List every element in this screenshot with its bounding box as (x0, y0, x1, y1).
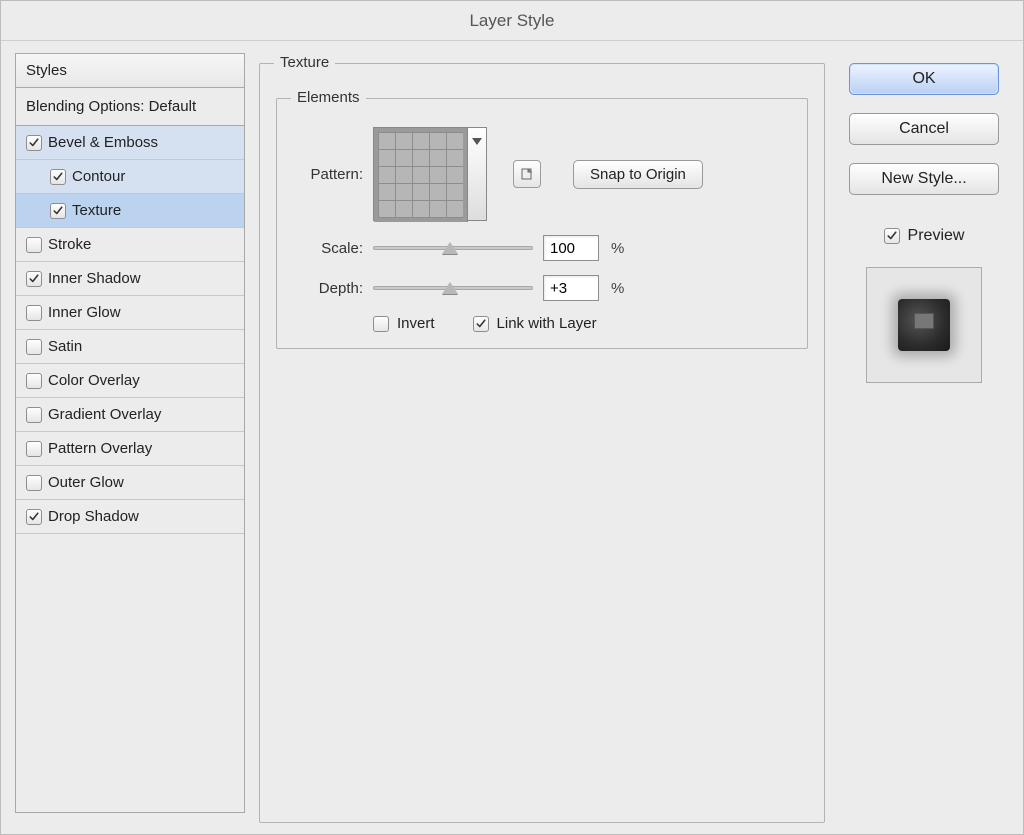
scale-input[interactable] (543, 235, 599, 261)
depth-label: Depth: (293, 280, 363, 297)
preview-checkbox[interactable] (884, 228, 900, 244)
depth-row: Depth: % (293, 275, 791, 301)
styles-item-stroke[interactable]: Stroke (16, 228, 244, 262)
blending-options-row[interactable]: Blending Options: Default (16, 88, 244, 126)
style-label: Satin (48, 338, 82, 355)
options-row: Invert Link with Layer (373, 315, 791, 332)
link-checkbox[interactable] (473, 316, 489, 332)
style-label: Contour (72, 168, 125, 185)
style-label: Gradient Overlay (48, 406, 161, 423)
style-checkbox[interactable] (26, 237, 42, 253)
link-with-layer-option[interactable]: Link with Layer (473, 315, 597, 332)
new-pattern-button[interactable] (513, 160, 541, 188)
invert-checkbox[interactable] (373, 316, 389, 332)
pattern-row: Pattern: S (293, 127, 791, 221)
pattern-picker[interactable] (373, 127, 487, 221)
window-title: Layer Style (1, 1, 1023, 41)
settings-panel: Texture Elements Pattern: (259, 53, 825, 813)
style-label: Stroke (48, 236, 91, 253)
style-label: Pattern Overlay (48, 440, 152, 457)
pattern-dropdown[interactable] (468, 128, 486, 220)
style-label: Color Overlay (48, 372, 140, 389)
link-label: Link with Layer (497, 315, 597, 332)
style-checkbox[interactable] (26, 509, 42, 525)
pattern-swatch[interactable] (374, 128, 468, 222)
texture-group-legend: Texture (274, 54, 335, 71)
scale-slider[interactable] (373, 238, 533, 258)
style-checkbox[interactable] (26, 475, 42, 491)
styles-item-texture[interactable]: Texture (16, 194, 244, 228)
new-style-button[interactable]: New Style... (849, 163, 999, 195)
preview-option[interactable]: Preview (884, 227, 965, 245)
style-label: Outer Glow (48, 474, 124, 491)
styles-item-inner-glow[interactable]: Inner Glow (16, 296, 244, 330)
styles-item-pattern-overlay[interactable]: Pattern Overlay (16, 432, 244, 466)
depth-slider[interactable] (373, 278, 533, 298)
style-checkbox[interactable] (26, 339, 42, 355)
style-label: Bevel & Emboss (48, 134, 158, 151)
cancel-button[interactable]: Cancel (849, 113, 999, 145)
style-label: Texture (72, 202, 121, 219)
dialog-content: Styles Blending Options: Default Bevel &… (1, 41, 1023, 834)
depth-input[interactable] (543, 275, 599, 301)
depth-unit: % (611, 280, 624, 297)
style-label: Inner Shadow (48, 270, 141, 287)
style-checkbox[interactable] (26, 441, 42, 457)
pattern-label: Pattern: (293, 166, 363, 183)
elements-group: Elements Pattern: (276, 98, 808, 349)
snap-to-origin-button[interactable]: Snap to Origin (573, 160, 703, 189)
preview-label: Preview (908, 227, 965, 245)
scale-unit: % (611, 240, 624, 257)
new-document-icon (520, 167, 534, 181)
styles-item-bevel-emboss[interactable]: Bevel & Emboss (16, 126, 244, 160)
ok-button[interactable]: OK (849, 63, 999, 95)
styles-header[interactable]: Styles (16, 54, 244, 88)
invert-label: Invert (397, 315, 435, 332)
styles-item-gradient-overlay[interactable]: Gradient Overlay (16, 398, 244, 432)
texture-group: Texture Elements Pattern: (259, 63, 825, 823)
style-label: Inner Glow (48, 304, 121, 321)
style-checkbox[interactable] (26, 373, 42, 389)
style-checkbox[interactable] (26, 271, 42, 287)
style-checkbox[interactable] (50, 169, 66, 185)
chevron-down-icon (472, 136, 482, 146)
style-checkbox[interactable] (26, 407, 42, 423)
elements-group-legend: Elements (291, 89, 366, 106)
styles-item-color-overlay[interactable]: Color Overlay (16, 364, 244, 398)
styles-item-satin[interactable]: Satin (16, 330, 244, 364)
styles-item-contour[interactable]: Contour (16, 160, 244, 194)
styles-item-drop-shadow[interactable]: Drop Shadow (16, 500, 244, 534)
style-label: Drop Shadow (48, 508, 139, 525)
style-checkbox[interactable] (26, 135, 42, 151)
preview-inner (898, 299, 950, 351)
invert-option[interactable]: Invert (373, 315, 435, 332)
style-checkbox[interactable] (26, 305, 42, 321)
styles-sidebar: Styles Blending Options: Default Bevel &… (15, 53, 245, 813)
styles-item-inner-shadow[interactable]: Inner Shadow (16, 262, 244, 296)
scale-row: Scale: % (293, 235, 791, 261)
preview-thumbnail (866, 267, 982, 383)
style-checkbox[interactable] (50, 203, 66, 219)
scale-label: Scale: (293, 240, 363, 257)
styles-item-outer-glow[interactable]: Outer Glow (16, 466, 244, 500)
dialog-right-column: OK Cancel New Style... Preview (839, 53, 1009, 820)
layer-style-window: Layer Style Styles Blending Options: Def… (0, 0, 1024, 835)
